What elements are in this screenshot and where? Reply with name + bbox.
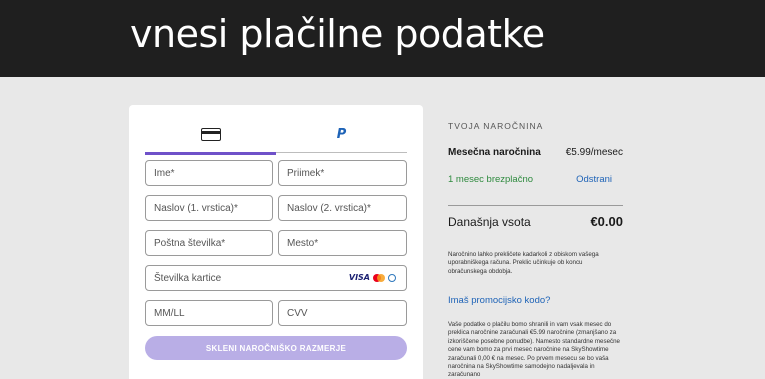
cancel-note: Naročnino lahko prekličete kadarkoli z o… [448,251,599,275]
expiry-input[interactable]: MM/LL [145,300,273,326]
card-number-input[interactable]: Številka kartice VISA [145,265,407,291]
free-trial-label: 1 mesec brezplačno [448,174,534,185]
total-amount: €0.00 [590,214,623,229]
paypal-icon: P [336,127,347,142]
promo-code-link[interactable]: Imaš promocijsko kodo? [448,295,550,306]
mastercard-logo-icon [373,273,385,282]
page-header: vnesi plačilne podatke [0,0,765,77]
visa-logo-icon: VISA [348,273,370,282]
plan-row: Mesečna naročnina €5.99/mesec [448,147,623,158]
address-line1-input[interactable]: Naslov (1. vrstica)* [145,195,273,221]
card-number-placeholder: Številka kartice [154,272,222,284]
expiry-placeholder: MM/LL [154,307,185,319]
city-input[interactable]: Mesto* [278,230,407,256]
summary-divider [448,205,623,206]
city-placeholder: Mesto* [287,237,319,249]
page-title: vnesi plačilne podatke [130,12,545,56]
address-line2-input[interactable]: Naslov (2. vrstica)* [278,195,407,221]
payment-method-tabs: P [145,117,407,155]
address-line2-placeholder: Naslov (2. vrstica)* [287,202,371,214]
plan-price: €5.99/mesec [565,147,623,158]
legal-text: Vaše podatke o plačilu bomo shranili in … [448,321,620,379]
cvv-input[interactable]: CVV [278,300,407,326]
first-name-placeholder: Ime* [154,167,175,179]
remove-offer-link[interactable]: Odstrani [576,174,612,185]
last-name-placeholder: Priimek* [287,167,325,179]
last-name-input[interactable]: Priimek* [278,160,407,186]
plan-name: Mesečna naročnina [448,147,541,158]
postal-code-placeholder: Poštna številka* [154,237,226,249]
card-brand-logos: VISA [349,273,396,282]
total-label: Današnja vsota [448,214,531,229]
postal-code-input[interactable]: Poštna številka* [145,230,273,256]
amex-logo-icon [388,273,396,282]
total-row: Današnja vsota €0.00 [448,214,623,229]
payment-form-card: P Ime* Priimek* Naslov (1. vrstica)* Nas… [129,105,423,379]
tab-credit-card[interactable] [145,117,276,155]
summary-title: TVOJA NAROČNINA [448,121,544,131]
credit-card-icon [200,128,221,141]
first-name-input[interactable]: Ime* [145,160,273,186]
subscribe-button[interactable]: SKLENI NAROČNIŠKO RAZMERJE [145,336,407,360]
tab-paypal[interactable]: P [276,117,407,153]
address-line1-placeholder: Naslov (1. vrstica)* [154,202,238,214]
free-trial-row: 1 mesec brezplačno Odstrani [448,174,623,185]
cvv-placeholder: CVV [287,307,308,319]
